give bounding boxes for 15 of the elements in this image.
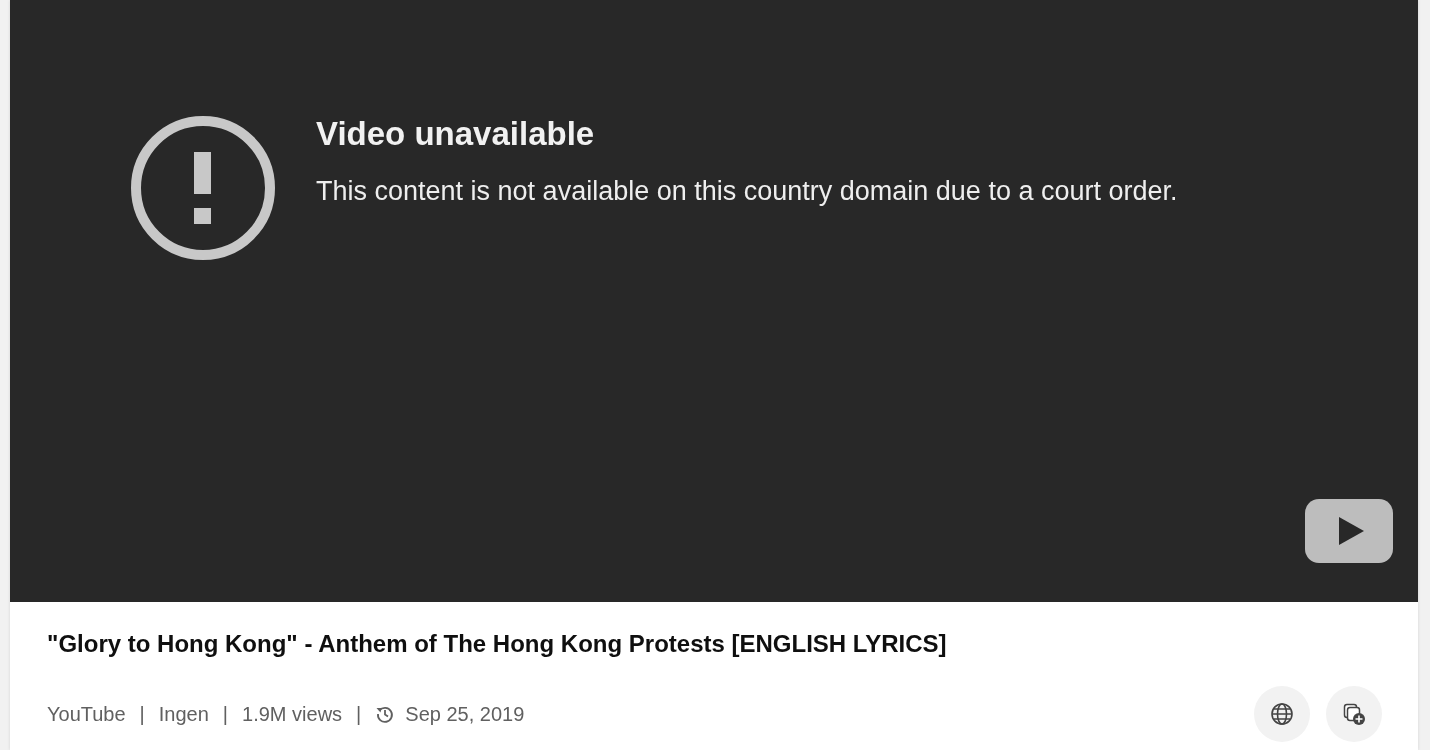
meta-text: Ingen	[158, 702, 209, 726]
upload-date: Sep 25, 2019	[405, 702, 525, 726]
add-to-collection-button[interactable]	[1326, 686, 1382, 742]
error-message: This content is not available on this country domain due to a court order.	[316, 175, 1178, 208]
separator: |	[222, 702, 229, 726]
globe-icon	[1270, 702, 1294, 726]
error-title: Video unavailable	[316, 114, 595, 154]
separator: |	[356, 702, 362, 726]
separator: |	[139, 702, 145, 726]
meta-text: 1.9M views	[242, 702, 343, 726]
stacked-cards-plus-icon	[1342, 702, 1366, 726]
meta-text: YouTube	[47, 702, 126, 726]
play-logo-icon[interactable]	[1304, 498, 1394, 564]
history-icon	[375, 704, 396, 724]
video-title[interactable]: "Glory to Hong Kong" - Anthem of The Hong Kong Protests [ENGLISH LYRICS]	[47, 630, 947, 658]
